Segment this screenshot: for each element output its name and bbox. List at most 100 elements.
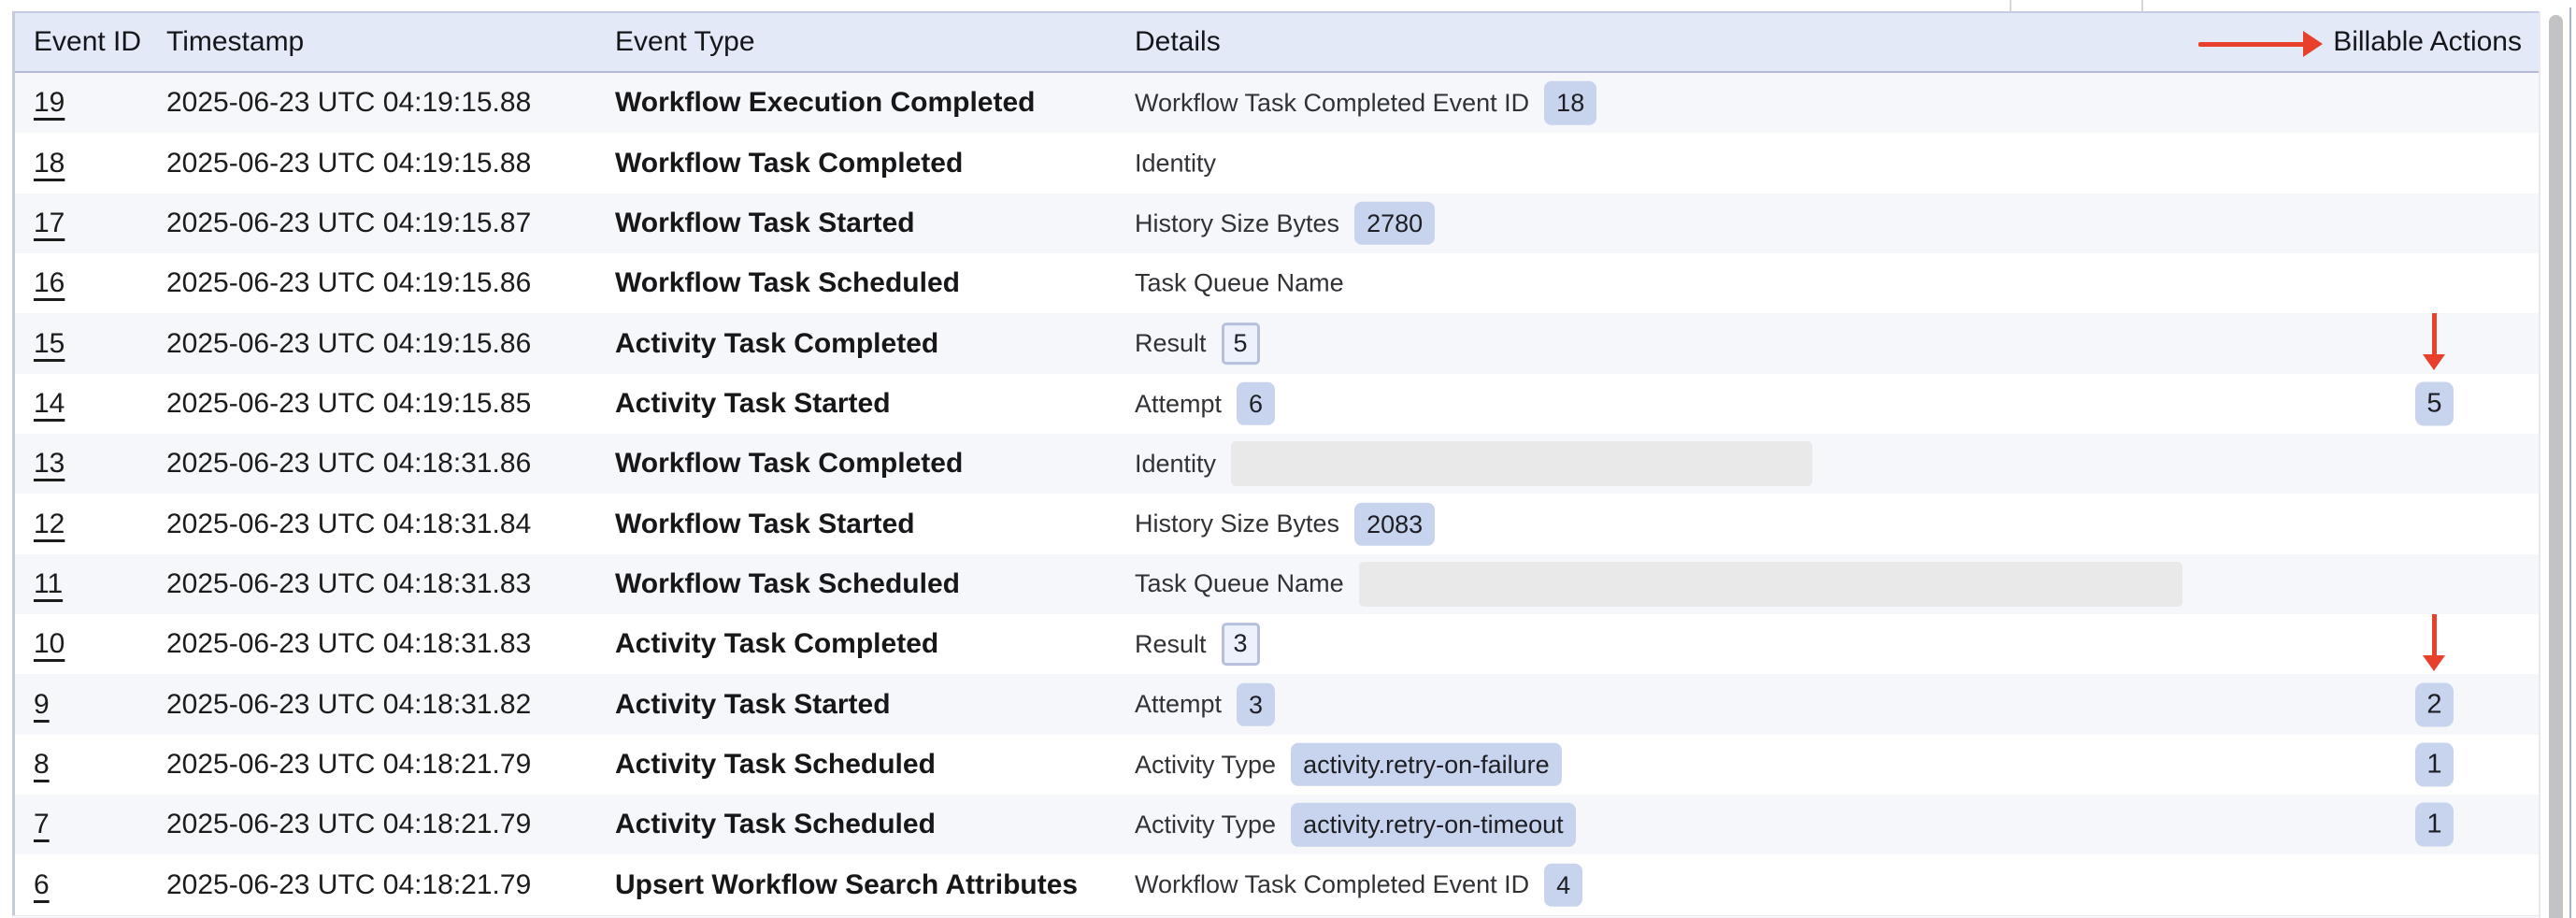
event-history-row[interactable]: 8 2025-06-23 UTC 04:18:21.79 Activity Ta… xyxy=(15,735,2539,795)
red-annotation-arrow-down xyxy=(2423,614,2445,672)
event-id-link[interactable]: 6 xyxy=(34,869,50,900)
panel-right-border xyxy=(2569,7,2571,918)
event-history-row[interactable]: 13 2025-06-23 UTC 04:18:31.86 Workflow T… xyxy=(15,434,2539,494)
vertical-scrollbar-thumb[interactable] xyxy=(2549,15,2563,918)
event-type: Workflow Task Scheduled xyxy=(615,267,960,299)
red-annotation-arrow-right xyxy=(2198,31,2323,57)
event-id-cell: 19 xyxy=(34,87,64,119)
event-timestamp: 2025-06-23 UTC 04:18:31.86 xyxy=(166,448,531,480)
detail-value: 3 xyxy=(1222,623,1260,666)
column-header-event-type[interactable]: Event Type xyxy=(615,26,755,58)
detail-label: Activity Type xyxy=(1135,810,1276,839)
toolbar-bottom-strip xyxy=(0,0,2576,11)
arrow-head xyxy=(2423,354,2445,370)
event-history-row[interactable]: 19 2025-06-23 UTC 04:19:15.88 Workflow E… xyxy=(15,73,2539,133)
event-id-link[interactable]: 13 xyxy=(34,448,64,479)
event-id-cell: 16 xyxy=(34,267,64,299)
detail-label: Identity xyxy=(1135,149,1216,178)
detail-value xyxy=(1359,562,2182,607)
event-id-link[interactable]: 18 xyxy=(34,148,64,179)
event-id-link[interactable]: 7 xyxy=(34,809,50,839)
toolbar-edge-separator xyxy=(2141,0,2143,11)
event-type: Activity Task Started xyxy=(615,388,891,420)
event-details-cell: Workflow Task Completed Event ID 4 xyxy=(1135,863,1582,906)
event-id-cell: 17 xyxy=(34,208,64,239)
event-id-link[interactable]: 16 xyxy=(34,267,64,298)
event-id-link[interactable]: 9 xyxy=(34,689,50,720)
event-type: Activity Task Completed xyxy=(615,628,938,660)
billable-actions-value: 2 xyxy=(2415,682,2454,726)
event-history-row[interactable]: 10 2025-06-23 UTC 04:18:31.83 Activity T… xyxy=(15,614,2539,674)
event-id-cell: 12 xyxy=(34,509,64,540)
event-history-row[interactable]: 11 2025-06-23 UTC 04:18:31.83 Workflow T… xyxy=(15,554,2539,614)
event-id-link[interactable]: 10 xyxy=(34,628,64,659)
event-history-row[interactable]: 9 2025-06-23 UTC 04:18:31.82 Activity Ta… xyxy=(15,674,2539,734)
detail-value: 3 xyxy=(1237,682,1275,725)
event-id-link[interactable]: 15 xyxy=(34,328,64,359)
event-history-row[interactable]: 15 2025-06-23 UTC 04:19:15.86 Activity T… xyxy=(15,313,2539,373)
billable-actions-value: 1 xyxy=(2415,803,2454,847)
event-history-row[interactable]: 16 2025-06-23 UTC 04:19:15.86 Workflow T… xyxy=(15,253,2539,313)
detail-value: 4 xyxy=(1544,863,1582,906)
event-type: Upsert Workflow Search Attributes xyxy=(615,869,1078,901)
event-details-cell: Result 5 xyxy=(1135,323,1260,366)
event-type: Workflow Task Started xyxy=(615,208,915,239)
event-details-cell: Result 3 xyxy=(1135,623,1260,666)
detail-value xyxy=(1231,441,1812,486)
event-timestamp: 2025-06-23 UTC 04:19:15.88 xyxy=(166,148,531,179)
event-timestamp: 2025-06-23 UTC 04:19:15.85 xyxy=(166,388,531,420)
detail-label: Task Queue Name xyxy=(1135,569,1344,598)
event-id-link[interactable]: 11 xyxy=(34,568,63,599)
billable-actions-value: 1 xyxy=(2415,742,2454,786)
detail-value: 2780 xyxy=(1354,202,1435,245)
event-details-cell: History Size Bytes 2780 xyxy=(1135,202,1435,245)
column-header-event-id[interactable]: Event ID xyxy=(34,26,141,58)
detail-value: 5 xyxy=(1222,323,1260,366)
event-details-cell: Identity xyxy=(1135,441,1812,486)
detail-label: Attempt xyxy=(1135,690,1222,719)
event-id-cell: 10 xyxy=(34,628,64,660)
event-history-row[interactable]: 7 2025-06-23 UTC 04:18:21.79 Activity Ta… xyxy=(15,795,2539,854)
event-timestamp: 2025-06-23 UTC 04:18:31.82 xyxy=(166,689,531,721)
event-history-view: Event ID Timestamp Event Type Details Bi… xyxy=(0,0,2576,918)
event-timestamp: 2025-06-23 UTC 04:19:15.86 xyxy=(166,267,531,299)
arrow-head xyxy=(2303,31,2323,57)
billable-actions-value: 5 xyxy=(2415,381,2454,425)
detail-label: Task Queue Name xyxy=(1135,269,1344,298)
event-timestamp: 2025-06-23 UTC 04:18:21.79 xyxy=(166,749,531,781)
detail-label: Workflow Task Completed Event ID xyxy=(1135,870,1529,899)
event-id-link[interactable]: 8 xyxy=(34,749,50,780)
event-details-cell: History Size Bytes 2083 xyxy=(1135,502,1435,545)
column-header-timestamp[interactable]: Timestamp xyxy=(166,26,304,58)
detail-label: Result xyxy=(1135,329,1207,358)
event-id-link[interactable]: 12 xyxy=(34,509,64,539)
column-header-details: Details xyxy=(1135,26,1221,58)
detail-label: Workflow Task Completed Event ID xyxy=(1135,89,1529,118)
event-type: Workflow Task Started xyxy=(615,509,915,540)
event-history-row[interactable]: 17 2025-06-23 UTC 04:19:15.87 Workflow T… xyxy=(15,194,2539,253)
arrow-shaft xyxy=(2432,614,2437,657)
event-id-cell: 11 xyxy=(34,568,63,600)
event-type: Workflow Task Completed xyxy=(615,448,963,480)
event-id-cell: 9 xyxy=(34,689,50,721)
detail-value: 18 xyxy=(1544,81,1596,124)
event-history-row[interactable]: 12 2025-06-23 UTC 04:18:31.84 Workflow T… xyxy=(15,494,2539,553)
event-history-row[interactable]: 14 2025-06-23 UTC 04:19:15.85 Activity T… xyxy=(15,374,2539,434)
event-timestamp: 2025-06-23 UTC 04:19:15.86 xyxy=(166,328,531,360)
event-timestamp: 2025-06-23 UTC 04:18:31.83 xyxy=(166,568,531,600)
arrow-head xyxy=(2423,655,2445,671)
detail-label: History Size Bytes xyxy=(1135,208,1339,237)
event-timestamp: 2025-06-23 UTC 04:18:21.79 xyxy=(166,869,531,901)
event-id-link[interactable]: 19 xyxy=(34,87,64,118)
event-id-cell: 15 xyxy=(34,328,64,360)
event-history-row[interactable]: 18 2025-06-23 UTC 04:19:15.88 Workflow T… xyxy=(15,133,2539,193)
event-timestamp: 2025-06-23 UTC 04:19:15.87 xyxy=(166,208,531,239)
detail-value: 6 xyxy=(1237,382,1275,425)
event-id-link[interactable]: 17 xyxy=(34,208,64,238)
event-history-row[interactable]: 6 2025-06-23 UTC 04:18:21.79 Upsert Work… xyxy=(15,854,2539,914)
event-id-link[interactable]: 14 xyxy=(34,388,64,419)
detail-value: 2083 xyxy=(1354,502,1435,545)
detail-label: Identity xyxy=(1135,450,1216,479)
detail-label: History Size Bytes xyxy=(1135,509,1339,538)
event-details-cell: Task Queue Name xyxy=(1135,269,1344,298)
